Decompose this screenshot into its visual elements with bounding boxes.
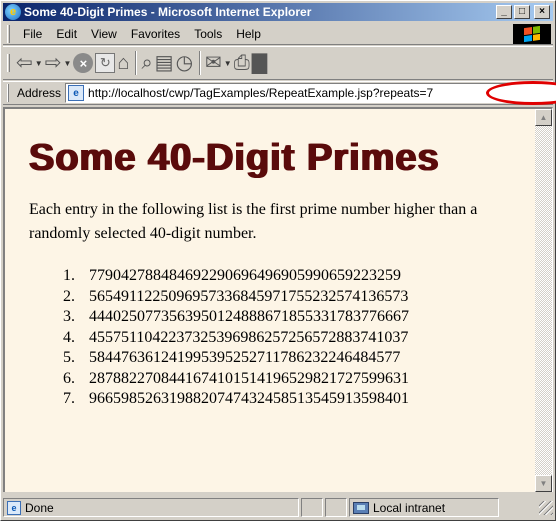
page-icon: e [68, 85, 85, 101]
query-highlight-ellipse [486, 81, 556, 105]
maximize-button[interactable]: □ [514, 5, 530, 19]
status-pane-progress [301, 498, 323, 517]
primes-list: 779042788484692290696496905990659223259 … [29, 266, 515, 410]
list-item: 4440250773563950124888671855331783776667 [79, 307, 515, 328]
list-item: 4557511042237325396986257256572883741037 [79, 328, 515, 349]
resize-grip[interactable] [539, 500, 553, 515]
menu-bar: File Edit View Favorites Tools Help [3, 23, 553, 45]
stop-button[interactable]: × [73, 49, 94, 77]
toolbar-grip[interactable] [7, 24, 10, 43]
chevron-down-icon: ▼ [63, 58, 72, 68]
menu-file-label: File [23, 26, 43, 41]
status-bar: e Done Local intranet [3, 497, 553, 518]
browser-window: e Some 40-Digit Primes - Microsoft Inter… [0, 0, 556, 521]
menu-favorites-label: Favorites [130, 26, 181, 41]
edit-icon: ▇ [251, 52, 268, 74]
list-item: 2878822708441674101514196529821727599631 [79, 369, 515, 390]
toolbar-grip[interactable] [7, 54, 10, 72]
menu-view-label: View [91, 26, 117, 41]
toolbar-separator [135, 51, 138, 75]
menu-help[interactable]: Help [229, 27, 268, 41]
toolbar-grip[interactable] [7, 84, 9, 102]
favorites-icon: ▤ [154, 52, 174, 74]
scroll-up-button[interactable]: ▲ [535, 109, 552, 126]
menu-edit[interactable]: Edit [49, 27, 84, 41]
scroll-down-button[interactable]: ▼ [535, 475, 552, 492]
edit-button[interactable]: ▇ [252, 49, 267, 77]
list-item: 584476361241995395252711786232246484577 [79, 348, 515, 369]
window-title: Some 40-Digit Primes - Microsoft Interne… [24, 5, 312, 19]
address-url[interactable]: http://localhost/cwp/TagExamples/RepeatE… [88, 86, 433, 100]
menu-file[interactable]: File [16, 27, 49, 41]
standard-toolbar: ⇦ ▼ ⇨ ▼ × ↻ ⌂ ⌕ ▤ ◷ ✉ ▼ ⎙ ▇ [3, 46, 553, 80]
close-button[interactable]: × [534, 5, 550, 19]
windows-logo-icon [524, 25, 540, 42]
chevron-down-icon: ▼ [223, 58, 232, 68]
page-viewport: Some 40-Digit Primes Each entry in the f… [3, 107, 553, 492]
home-icon: ⌂ [117, 52, 130, 74]
intranet-icon [353, 501, 369, 514]
minimize-button[interactable]: _ [496, 5, 512, 19]
status-pane-security [325, 498, 347, 517]
refresh-button[interactable]: ↻ [95, 49, 116, 77]
activity-throbber [513, 23, 551, 44]
stop-icon: × [73, 53, 94, 73]
forward-button[interactable]: ⇨ ▼ [45, 49, 72, 77]
menu-view[interactable]: View [84, 27, 124, 41]
arrow-up-icon: ▲ [539, 113, 548, 122]
intro-paragraph: Each entry in the following list is the … [29, 201, 478, 242]
menu-help-label: Help [236, 26, 261, 41]
list-item: 779042788484692290696496905990659223259 [79, 266, 515, 287]
vertical-scrollbar[interactable]: ▲ ▼ [535, 109, 552, 492]
menu-tools[interactable]: Tools [187, 27, 229, 41]
address-bar: Address e http://localhost/cwp/TagExampl… [3, 81, 556, 105]
back-icon: ⇦ [16, 52, 33, 74]
history-button[interactable]: ◷ [176, 49, 193, 77]
list-item: 5654911225096957336845971755232574136573 [79, 287, 515, 308]
menu-edit-label: Edit [56, 26, 78, 41]
security-zone-pane: Local intranet [349, 498, 499, 517]
status-text: Done [25, 500, 54, 515]
chevron-down-icon: ▼ [34, 58, 43, 68]
page-done-icon: e [7, 500, 21, 515]
search-icon: ⌕ [141, 52, 153, 74]
page-content: Some 40-Digit Primes Each entry in the f… [5, 109, 533, 492]
menu-favorites[interactable]: Favorites [124, 27, 187, 41]
status-pane: e Done [3, 498, 299, 517]
back-button[interactable]: ⇦ ▼ [16, 49, 43, 77]
search-button[interactable]: ⌕ [141, 49, 152, 77]
title-bar[interactable]: e Some 40-Digit Primes - Microsoft Inter… [3, 3, 553, 21]
ie-logo-icon: e [5, 4, 21, 20]
mail-icon: ✉ [205, 52, 222, 74]
forward-icon: ⇨ [44, 52, 62, 74]
address-input[interactable]: e http://localhost/cwp/TagExamples/Repea… [65, 81, 556, 105]
history-icon: ◷ [175, 52, 194, 74]
print-button[interactable]: ⎙ [234, 49, 250, 77]
toolbar-separator [199, 51, 202, 75]
list-item: 9665985263198820747432458513545913598401 [79, 389, 515, 410]
page-heading: Some 40-Digit Primes [29, 137, 440, 179]
refresh-icon: ↻ [95, 53, 116, 73]
security-zone-text: Local intranet [373, 500, 446, 515]
favorites-button[interactable]: ▤ [155, 49, 174, 77]
arrow-down-icon: ▼ [539, 479, 548, 488]
home-button[interactable]: ⌂ [117, 49, 129, 77]
mail-button[interactable]: ✉ ▼ [205, 49, 232, 77]
print-icon: ⎙ [233, 52, 250, 74]
menu-tools-label: Tools [194, 26, 223, 41]
address-label: Address [17, 86, 62, 100]
